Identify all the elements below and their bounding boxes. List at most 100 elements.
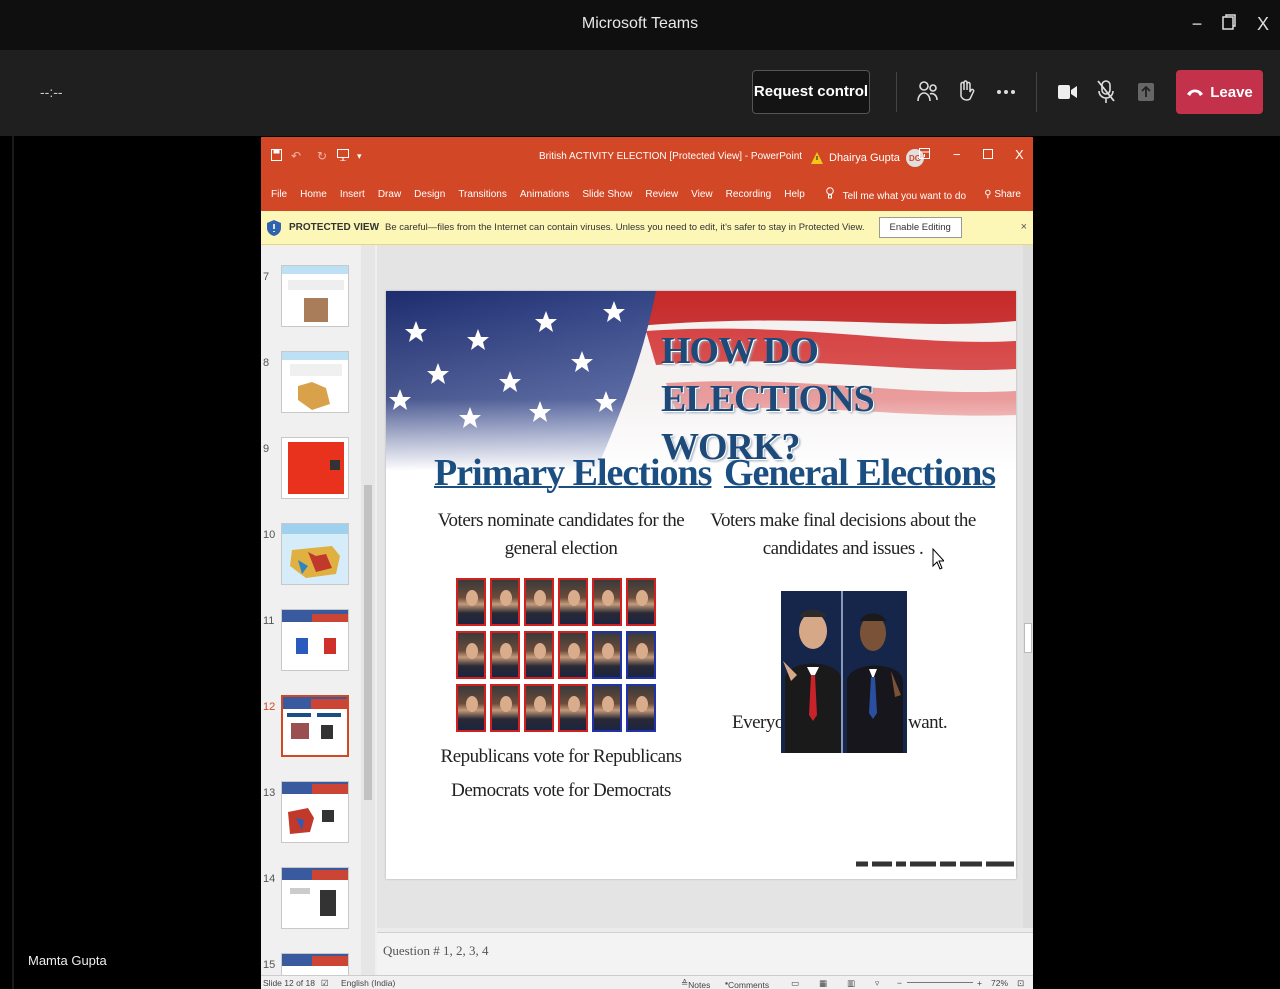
slide-title-line-1: HOW DO ELECTIONS — [661, 330, 875, 420]
lightbulb-icon — [826, 186, 834, 198]
language-indicator[interactable]: English (India) — [341, 978, 395, 988]
tab-help[interactable]: Help — [784, 189, 805, 200]
debate-candidates-image — [781, 591, 907, 753]
ppt-minimize-icon[interactable]: − — [953, 147, 961, 162]
tab-insert[interactable]: Insert — [340, 189, 365, 200]
candidate-photo — [524, 578, 554, 626]
person-icon: ⚲ — [984, 188, 992, 200]
share-button[interactable]: ⚲ Share — [984, 189, 1021, 200]
slide-thumbnail-11[interactable] — [281, 609, 349, 671]
presenter-name: Mamta Gupta — [28, 953, 107, 968]
tab-draw[interactable]: Draw — [378, 189, 401, 200]
ppt-close-icon[interactable]: X — [1015, 147, 1024, 162]
ppt-maximize-icon[interactable] — [983, 147, 993, 162]
phone-hangup-icon — [1187, 89, 1204, 96]
candidate-photo — [524, 631, 554, 679]
tab-home[interactable]: Home — [300, 189, 327, 200]
zoom-slider[interactable] — [907, 982, 973, 983]
candidate-photo — [558, 684, 588, 732]
participants-icon[interactable] — [914, 78, 942, 106]
close-icon[interactable]: X — [1248, 10, 1278, 38]
minimize-icon[interactable]: − — [1182, 10, 1212, 38]
reading-view-icon[interactable]: ▥ — [847, 978, 855, 989]
notes-toggle[interactable]: ≙ Notes — [681, 978, 710, 989]
shared-powerpoint-window: ↶ ↻ ▾ British ACTIVITY ELECTION [Protect… — [261, 137, 1033, 989]
slide-thumbnail-pane: 7 8 9 10 11 12 13 14 15 — [261, 245, 377, 989]
slide-thumbnail-8[interactable] — [281, 351, 349, 413]
scrollbar-thumb[interactable] — [1024, 623, 1032, 653]
meeting-timer: --:-- — [40, 84, 63, 100]
fit-to-window-icon[interactable]: ⊡ — [1017, 978, 1024, 989]
redo-icon[interactable]: ↻ — [317, 149, 327, 163]
thumb-number: 7 — [263, 271, 270, 283]
tab-recording[interactable]: Recording — [726, 189, 772, 200]
democrats-line: Democrats vote for Democrats — [451, 780, 671, 801]
tab-design[interactable]: Design — [414, 189, 445, 200]
raise-hand-icon[interactable] — [952, 78, 980, 106]
tell-me-search[interactable]: Tell me what you want to do — [826, 186, 967, 202]
tell-me-label: Tell me what you want to do — [842, 190, 967, 202]
protected-view-message: Be careful—files from the Internet can c… — [385, 222, 865, 233]
camera-icon[interactable] — [1054, 78, 1082, 106]
customize-qat-icon[interactable]: ▾ — [357, 151, 362, 162]
tab-view[interactable]: View — [691, 189, 713, 200]
share-screen-icon[interactable] — [1132, 78, 1160, 106]
zoom-level[interactable]: 72% — [991, 978, 1008, 988]
zoom-in-icon[interactable]: + — [977, 978, 982, 988]
protected-view-bar: PROTECTED VIEW Be careful—files from the… — [261, 211, 1033, 245]
slide-thumbnail-7[interactable] — [281, 265, 349, 327]
divider — [1036, 72, 1037, 112]
comments-toggle[interactable]: ▪ Comments — [725, 978, 769, 989]
tab-review[interactable]: Review — [645, 189, 678, 200]
shield-icon — [267, 219, 281, 236]
zoom-out-icon[interactable]: − — [897, 978, 902, 988]
candidate-photo — [456, 684, 486, 732]
scrollbar-thumb[interactable] — [364, 485, 372, 800]
spellcheck-icon[interactable]: ☑ — [321, 978, 329, 989]
account-area[interactable]: Dhairya Gupta DG — [811, 149, 924, 167]
slide-thumbnail-9[interactable] — [281, 437, 349, 499]
primary-line-1: Voters nominate candidates for the — [437, 510, 685, 531]
meeting-control-bar: --:-- Request control Leave — [0, 50, 1280, 136]
notes-text: Question # 1, 2, 3, 4 — [383, 943, 489, 958]
slide-thumbnail-13[interactable] — [281, 781, 349, 843]
slide-vertical-scrollbar[interactable] — [1023, 245, 1033, 928]
slide-thumbnail-10[interactable] — [281, 523, 349, 585]
leave-button[interactable]: Leave — [1176, 70, 1263, 114]
ribbon-display-icon[interactable] — [919, 147, 930, 162]
tab-slide-show[interactable]: Slide Show — [582, 189, 632, 200]
tab-transitions[interactable]: Transitions — [458, 189, 507, 200]
primary-description: Voters nominate candidates for the gener… — [426, 507, 696, 563]
candidate-photo — [592, 631, 622, 679]
mic-muted-icon[interactable] — [1092, 78, 1120, 106]
thumb-number: 8 — [263, 357, 270, 369]
window-title: Microsoft Teams — [581, 15, 699, 32]
undo-icon[interactable]: ↶ — [291, 149, 301, 163]
tab-file[interactable]: File — [271, 189, 287, 200]
thumbnail-scrollbar[interactable] — [361, 245, 375, 975]
more-options-icon[interactable] — [992, 78, 1020, 106]
request-control-button[interactable]: Request control — [752, 70, 870, 114]
notes-pane[interactable]: Question # 1, 2, 3, 4 — [377, 932, 1033, 975]
normal-view-icon[interactable]: ▭ — [791, 978, 799, 989]
ribbon-tabs: File Home Insert Draw Design Transitions… — [261, 177, 1033, 211]
candidate-photo — [456, 631, 486, 679]
close-message-icon[interactable]: × — [1021, 221, 1027, 233]
slide-thumbnail-14[interactable] — [281, 867, 349, 929]
slide-canvas[interactable]: HOW DO ELECTIONS WORK? Primary Elections… — [386, 291, 1016, 879]
user-name: Dhairya Gupta — [829, 152, 900, 164]
share-label: Share — [994, 188, 1021, 200]
enable-editing-button[interactable]: Enable Editing — [878, 217, 962, 238]
slideshow-view-icon[interactable]: ▿ — [875, 978, 879, 989]
present-icon[interactable] — [337, 149, 349, 164]
slide-sorter-icon[interactable]: ▦ — [819, 978, 827, 989]
restore-icon[interactable] — [1214, 10, 1244, 38]
thumb-number: 10 — [263, 529, 276, 541]
document-title: British ACTIVITY ELECTION [Protected Vie… — [539, 151, 803, 162]
candidate-photo — [626, 684, 656, 732]
save-icon[interactable] — [271, 149, 282, 164]
tab-animations[interactable]: Animations — [520, 189, 569, 200]
thumb-number: 14 — [263, 873, 276, 885]
thumb-number: 12 — [263, 701, 276, 713]
slide-thumbnail-12-selected[interactable] — [281, 695, 349, 757]
